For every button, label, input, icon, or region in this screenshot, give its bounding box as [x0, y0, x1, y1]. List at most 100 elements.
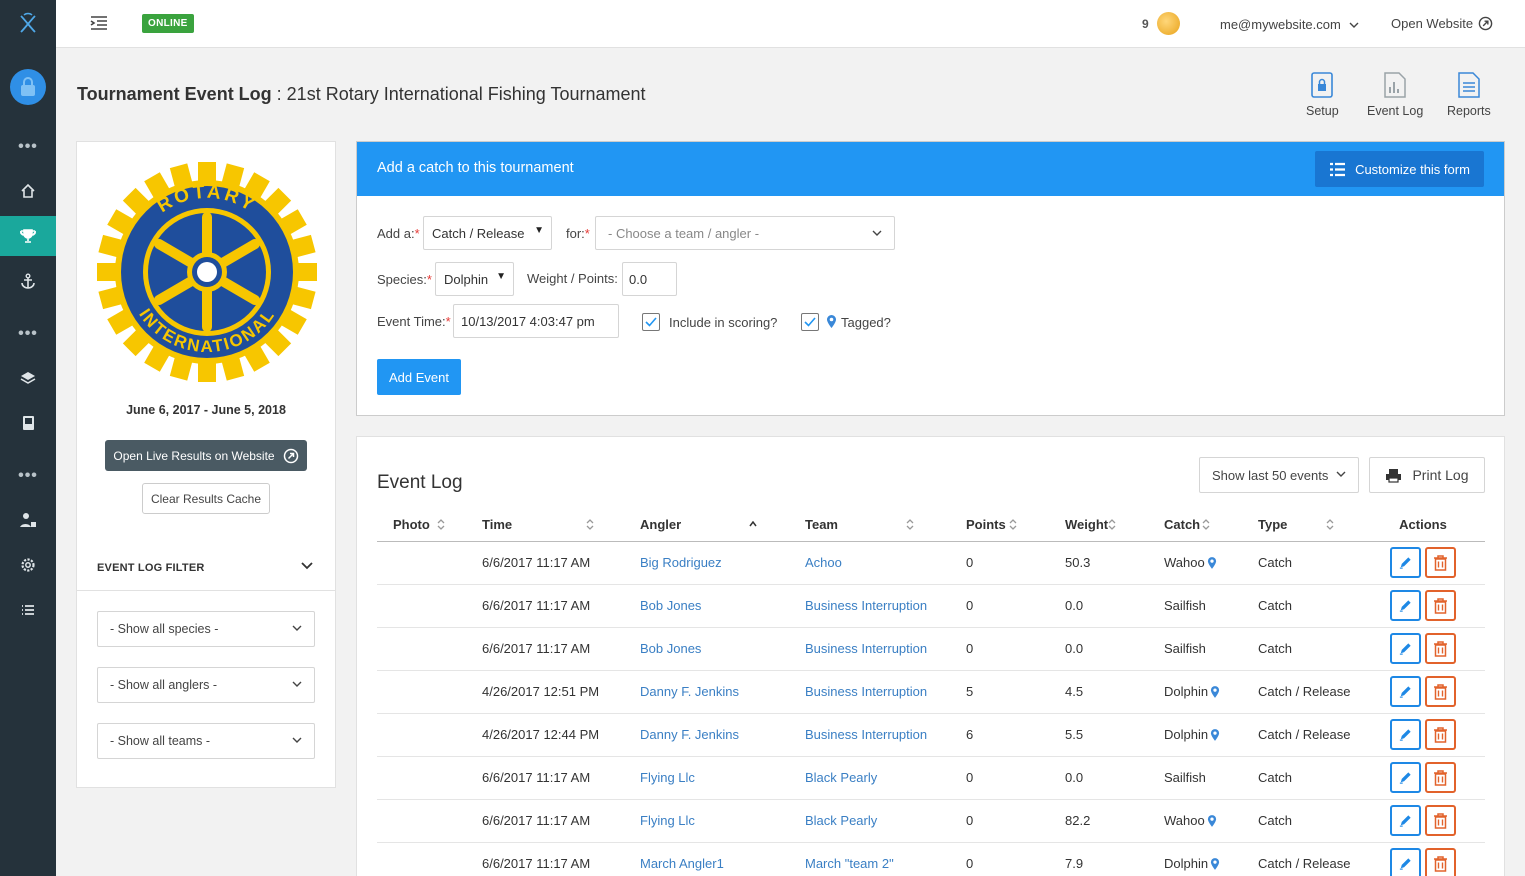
- team-link[interactable]: Business Interruption: [805, 727, 927, 742]
- column-header-photo[interactable]: Photo: [377, 509, 466, 542]
- pencil-icon: [1399, 729, 1411, 741]
- open-live-results-button[interactable]: Open Live Results on Website: [105, 440, 307, 471]
- for-label: for:*: [566, 226, 590, 241]
- table-row: 6/6/2017 11:17 AM March Angler1 March "tea…: [377, 842, 1485, 876]
- angler-link[interactable]: Flying Llc: [640, 813, 695, 828]
- angler-link[interactable]: Bob Jones: [640, 641, 701, 656]
- clear-results-cache-button[interactable]: Clear Results Cache: [142, 483, 270, 514]
- column-header-points[interactable]: Points: [950, 509, 1049, 542]
- sidebar-item-home[interactable]: [0, 171, 56, 211]
- species-filter-select[interactable]: - Show all species -: [97, 611, 315, 647]
- sidebar-item-user-lock[interactable]: [0, 500, 56, 540]
- show-last-select[interactable]: Show last 50 events: [1199, 457, 1359, 493]
- sidebar-item-tournaments[interactable]: [0, 216, 56, 256]
- angler-link[interactable]: March Angler1: [640, 856, 724, 871]
- team-link[interactable]: Achoo: [805, 555, 842, 570]
- cell-photo: [377, 541, 466, 585]
- add-event-button[interactable]: Add Event: [377, 359, 461, 395]
- tagged-pin-icon: [1207, 815, 1216, 827]
- cell-points: 0: [950, 799, 1049, 843]
- angler-link[interactable]: Big Rodriguez: [640, 555, 722, 570]
- customize-form-button[interactable]: Customize this form: [1315, 151, 1484, 187]
- tournament-info-panel: ROTARY INTERNATIONAL June 6, 2017 - June…: [76, 141, 336, 788]
- app-logo[interactable]: [0, 0, 56, 48]
- edit-button[interactable]: [1390, 719, 1421, 750]
- sidebar-item-list[interactable]: [0, 590, 56, 630]
- pencil-icon: [1399, 643, 1411, 655]
- quick-nav-event-log[interactable]: Event Log: [1367, 72, 1423, 118]
- customize-form-label: Customize this form: [1355, 161, 1470, 177]
- edit-button[interactable]: [1390, 590, 1421, 621]
- menu-toggle-button[interactable]: [90, 16, 108, 33]
- tagged-checkbox[interactable]: [801, 313, 819, 331]
- edit-button[interactable]: [1390, 762, 1421, 793]
- open-website-link[interactable]: Open Website: [1391, 16, 1493, 31]
- edit-button[interactable]: [1390, 848, 1421, 876]
- lock-button[interactable]: [10, 69, 46, 105]
- include-scoring-checkbox[interactable]: [642, 313, 660, 331]
- team-link[interactable]: Business Interruption: [805, 598, 927, 613]
- delete-button[interactable]: [1425, 547, 1456, 578]
- column-header-angler[interactable]: Angler: [624, 509, 789, 542]
- team-link[interactable]: Business Interruption: [805, 684, 927, 699]
- column-header-team[interactable]: Team: [789, 509, 950, 542]
- team-link[interactable]: Black Pearly: [805, 770, 877, 785]
- edit-button[interactable]: [1390, 676, 1421, 707]
- sidebar-item-book[interactable]: [0, 403, 56, 443]
- delete-button[interactable]: [1425, 633, 1456, 664]
- team-link[interactable]: Business Interruption: [805, 641, 927, 656]
- table-row: 6/6/2017 11:17 AM Bob Jones Business Inter…: [377, 584, 1485, 628]
- quick-nav-reports[interactable]: Reports: [1447, 72, 1491, 118]
- angler-link[interactable]: Danny F. Jenkins: [640, 727, 739, 742]
- delete-button[interactable]: [1425, 719, 1456, 750]
- angler-link[interactable]: Bob Jones: [640, 598, 701, 613]
- table-row: 4/26/2017 12:44 PM Danny F. Jenkins Busine…: [377, 713, 1485, 757]
- team-link[interactable]: Black Pearly: [805, 813, 877, 828]
- weight-points-input[interactable]: 0.0: [622, 262, 677, 296]
- team-link[interactable]: March "team 2": [805, 856, 894, 871]
- event-log-filter-toggle[interactable]: EVENT LOG FILTER: [77, 545, 335, 591]
- table-row: 6/6/2017 11:17 AM Bob Jones Business Inter…: [377, 627, 1485, 671]
- cell-weight: 0.0: [1049, 627, 1148, 671]
- edit-button[interactable]: [1390, 547, 1421, 578]
- sidebar-item-boats[interactable]: [0, 261, 56, 301]
- angler-filter-select[interactable]: - Show all anglers -: [97, 667, 315, 703]
- team-angler-select[interactable]: - Choose a team / angler -: [595, 216, 895, 250]
- cell-angler: Bob Jones: [624, 627, 789, 671]
- sidebar-item-settings[interactable]: [0, 545, 56, 585]
- column-header-weight[interactable]: Weight: [1049, 509, 1148, 542]
- team-filter-select[interactable]: - Show all teams -: [97, 723, 315, 759]
- event-type-select[interactable]: Catch / Release ▼: [423, 216, 552, 250]
- event-time-input[interactable]: 10/13/2017 4:03:47 pm: [453, 304, 619, 338]
- coin-icon[interactable]: [1157, 12, 1180, 35]
- edit-button[interactable]: [1390, 633, 1421, 664]
- column-header-catch[interactable]: Catch: [1148, 509, 1242, 542]
- cell-angler: Danny F. Jenkins: [624, 670, 789, 714]
- sort-icon: [906, 519, 914, 530]
- delete-button[interactable]: [1425, 762, 1456, 793]
- pencil-icon: [1399, 600, 1411, 612]
- angler-link[interactable]: Flying Llc: [640, 770, 695, 785]
- print-log-button[interactable]: Print Log: [1369, 457, 1485, 493]
- user-menu[interactable]: me@mywebsite.com: [1220, 17, 1359, 32]
- quick-nav-setup[interactable]: Setup: [1306, 72, 1339, 118]
- layers-icon: [20, 372, 36, 384]
- cell-weight: 0.0: [1049, 756, 1148, 800]
- edit-button[interactable]: [1390, 805, 1421, 836]
- delete-button[interactable]: [1425, 848, 1456, 876]
- table-row: 6/6/2017 11:17 AM Big Rodriguez Achoo 0 50.3…: [377, 541, 1485, 585]
- delete-button[interactable]: [1425, 805, 1456, 836]
- checkmark-icon: [645, 317, 657, 327]
- cell-type: Catch: [1242, 756, 1361, 800]
- cell-team: Black Pearly: [789, 799, 950, 843]
- cell-team: Business Interruption: [789, 627, 950, 671]
- printer-icon: [1386, 468, 1402, 483]
- catch-species: Wahoo: [1164, 555, 1205, 570]
- delete-button[interactable]: [1425, 590, 1456, 621]
- column-header-time[interactable]: Time: [466, 509, 624, 542]
- species-select[interactable]: Dolphin ▼: [435, 262, 514, 296]
- angler-link[interactable]: Danny F. Jenkins: [640, 684, 739, 699]
- column-header-type[interactable]: Type: [1242, 509, 1361, 542]
- sidebar-item-layers[interactable]: [0, 358, 56, 398]
- delete-button[interactable]: [1425, 676, 1456, 707]
